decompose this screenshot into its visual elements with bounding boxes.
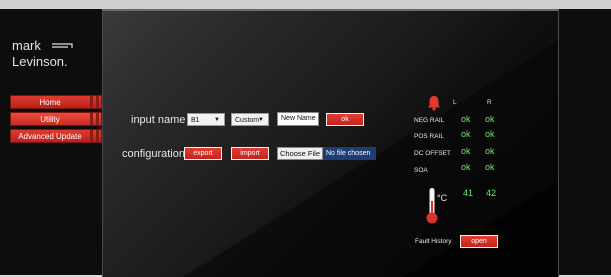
- ok-button-label: ok: [341, 116, 349, 123]
- logo-mark: [52, 43, 73, 48]
- export-button-label: export: [193, 150, 213, 157]
- file-status: No file chosen: [323, 147, 376, 160]
- fault-history-open-button[interactable]: open: [460, 235, 498, 248]
- nav-utility-button[interactable]: Utility: [10, 112, 102, 126]
- nav-utility-label: Utility: [40, 115, 60, 124]
- ok-button[interactable]: ok: [326, 113, 364, 126]
- status-neg-rail-right: ok: [485, 114, 495, 124]
- choose-file-label: Choose File: [279, 149, 321, 158]
- alarm-bell-icon: [428, 96, 440, 111]
- col-header-right: R: [487, 99, 492, 106]
- open-button-label: open: [471, 238, 487, 245]
- status-pos-rail-left: ok: [461, 129, 471, 139]
- nav-tab-decoration: [87, 96, 101, 108]
- nav-tab-decoration: [87, 113, 101, 125]
- file-status-text: No file chosen: [326, 150, 371, 157]
- mark-levinson-logo: mark Levinson.: [12, 38, 73, 69]
- temperature-left: 41: [463, 188, 474, 198]
- status-soa-right: ok: [485, 162, 495, 172]
- dropdown-arrow-icon: ▼: [214, 117, 220, 123]
- input-name-label: input name: [131, 114, 186, 126]
- nav-advanced-update-button[interactable]: Advanced Update: [10, 129, 102, 143]
- col-header-left: L: [453, 99, 457, 106]
- status-neg-rail-left: ok: [461, 114, 471, 124]
- status-soa-left: ok: [461, 162, 471, 172]
- import-button[interactable]: import: [231, 147, 269, 160]
- new-name-input[interactable]: New Name: [277, 112, 319, 126]
- new-name-value: New Name: [281, 115, 316, 122]
- mode-select[interactable]: Custom ▼: [231, 113, 269, 126]
- temperature-unit: °C: [437, 193, 448, 203]
- input-select[interactable]: B1 ▼: [187, 113, 225, 126]
- nav-advanced-update-label: Advanced Update: [18, 132, 82, 141]
- utility-panel: input name B1 ▼ Custom ▼ New Name ok con…: [102, 9, 559, 277]
- logo-line2: Levinson.: [12, 54, 68, 69]
- input-select-value: B1: [191, 117, 200, 124]
- import-button-label: import: [240, 150, 260, 157]
- status-pos-rail-right: ok: [485, 129, 495, 139]
- status-dc-offset-right: ok: [485, 146, 495, 156]
- status-label-neg-rail: NEG RAIL: [414, 117, 445, 124]
- configuration-label: configuration: [122, 148, 185, 160]
- export-button[interactable]: export: [184, 147, 222, 160]
- nav-home-button[interactable]: Home: [10, 95, 102, 109]
- fault-history-label: Fault History: [415, 238, 452, 245]
- status-dc-offset-left: ok: [461, 146, 471, 156]
- dropdown-arrow-icon: ▼: [258, 117, 264, 123]
- temperature-right: 42: [486, 188, 497, 198]
- status-label-soa: SOA: [414, 167, 428, 174]
- right-gutter: [557, 9, 611, 275]
- choose-file-button[interactable]: Choose File: [277, 147, 323, 160]
- logo-line1: mark: [12, 38, 41, 53]
- status-label-pos-rail: POS RAIL: [414, 133, 444, 140]
- mode-select-value: Custom: [235, 117, 260, 124]
- status-label-dc-offset: DC OFFSET: [414, 150, 451, 157]
- nav-tab-decoration: [87, 130, 101, 142]
- nav-home-label: Home: [39, 98, 61, 107]
